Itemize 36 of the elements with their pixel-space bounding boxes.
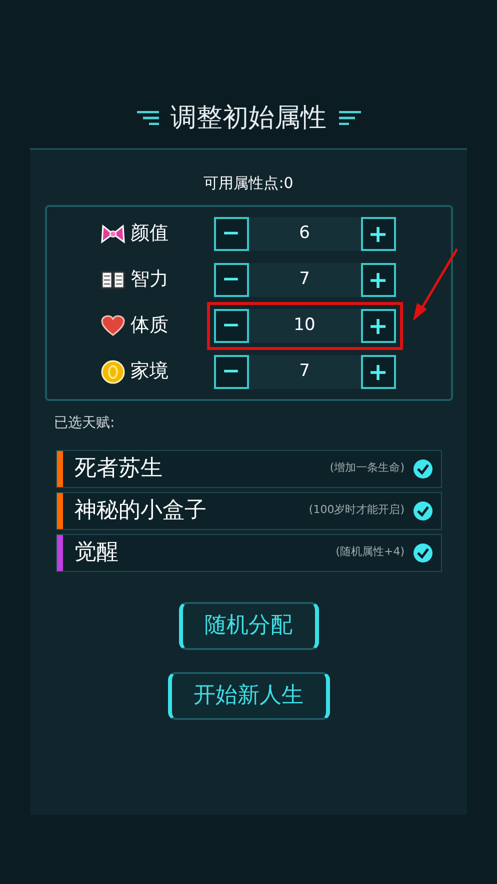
page-title: 调整初始属性: [170, 102, 326, 134]
stat-value: 7: [248, 354, 360, 388]
stat-value: 6: [248, 216, 360, 250]
talent-note: (增加一条生命): [330, 460, 404, 476]
talent-name: 死者苏生: [74, 455, 162, 483]
talent-row[interactable]: 神秘的小盒子 (100岁时才能开启): [56, 492, 442, 530]
stripes-icon: [338, 111, 360, 125]
talent-note: (随机属性+4): [336, 544, 404, 560]
talent-name: 觉醒: [74, 539, 118, 567]
coin-icon: [100, 360, 124, 384]
talents-heading: 已选天赋:: [54, 414, 115, 432]
stat-label: 智力: [130, 267, 168, 292]
talent-name: 神秘的小盒子: [74, 497, 206, 525]
action-button[interactable]: 随机分配: [178, 602, 318, 650]
talent-row[interactable]: 死者苏生 (增加一条生命): [56, 450, 442, 488]
minus-button[interactable]: −: [214, 354, 248, 388]
talent-note: (100岁时才能开启): [308, 502, 404, 518]
stat-label: 家境: [130, 359, 168, 384]
plus-button[interactable]: +: [360, 308, 396, 342]
plus-button[interactable]: +: [360, 216, 396, 250]
talent-row[interactable]: 觉醒 (随机属性+4): [56, 534, 442, 572]
action-button[interactable]: 开始新人生: [168, 672, 330, 720]
minus-button[interactable]: −: [214, 216, 248, 250]
stat-value: 10: [248, 308, 360, 342]
stripes-icon: [136, 111, 158, 125]
bow-icon: [100, 222, 124, 244]
plus-button[interactable]: +: [360, 262, 396, 296]
heart-icon: [100, 314, 124, 336]
plus-button[interactable]: +: [360, 354, 396, 388]
stat-label: 体质: [130, 313, 168, 338]
points-label: 可用属性点:0: [204, 173, 294, 194]
stat-value: 7: [248, 262, 360, 296]
stat-label: 颜值: [130, 221, 168, 246]
book-icon: [100, 270, 124, 290]
minus-button[interactable]: −: [214, 308, 248, 342]
minus-button[interactable]: −: [214, 262, 248, 296]
